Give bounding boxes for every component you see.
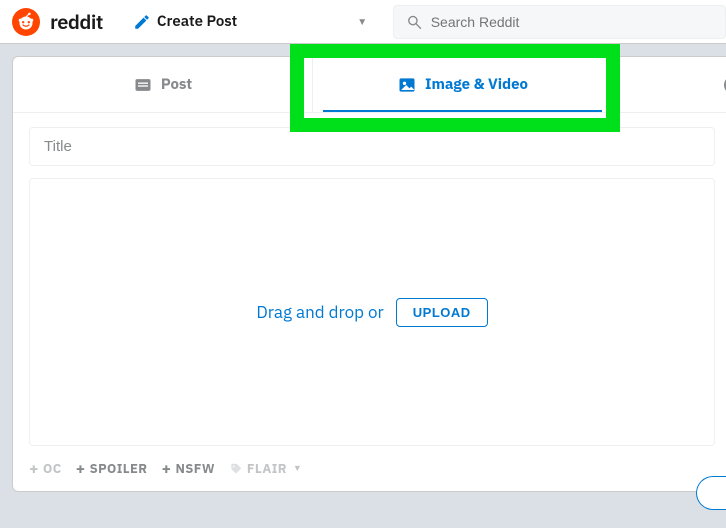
- flair-label: FLAIR: [247, 460, 287, 477]
- pencil-icon: [133, 13, 151, 31]
- partial-button-right[interactable]: [696, 476, 726, 510]
- tag-icon: [229, 462, 243, 476]
- search-container[interactable]: [393, 5, 726, 39]
- tab-image-video[interactable]: Image & Video: [313, 57, 613, 112]
- title-row: [13, 113, 726, 166]
- dropzone-text: Drag and drop or: [256, 301, 383, 323]
- composer-tabs: Post Image & Video: [13, 57, 726, 113]
- title-input[interactable]: [29, 127, 715, 166]
- post-icon: [133, 75, 153, 95]
- spoiler-tag-button[interactable]: + SPOILER: [76, 460, 148, 477]
- create-post-label: Create Post: [157, 12, 237, 31]
- flag-row: + OC + SPOILER + NSFW FLAIR ▼: [13, 446, 726, 491]
- plus-icon: +: [29, 461, 39, 477]
- top-bar: reddit Create Post ▼: [0, 0, 726, 44]
- upload-button[interactable]: Upload: [396, 298, 488, 327]
- plus-icon: +: [76, 461, 86, 477]
- brand-text[interactable]: reddit: [50, 8, 103, 35]
- search-icon: [406, 13, 423, 31]
- community-dropdown-caret[interactable]: ▼: [357, 15, 367, 28]
- search-input[interactable]: [431, 14, 713, 30]
- tab-link-partial[interactable]: [613, 57, 726, 112]
- flair-tag-button[interactable]: FLAIR ▼: [229, 460, 302, 477]
- chevron-down-icon: ▼: [293, 463, 302, 474]
- media-dropzone[interactable]: Drag and drop or Upload: [29, 178, 715, 446]
- image-icon: [397, 75, 417, 95]
- tab-post[interactable]: Post: [13, 57, 313, 112]
- plus-icon: +: [161, 461, 171, 477]
- nsfw-label: NSFW: [175, 460, 214, 477]
- tab-post-label: Post: [161, 75, 192, 94]
- oc-tag-button[interactable]: + OC: [29, 460, 62, 477]
- composer-card: Post Image & Video Drag and drop or: [12, 56, 726, 492]
- tab-image-video-label: Image & Video: [425, 75, 528, 94]
- spoiler-label: SPOILER: [90, 460, 148, 477]
- link-icon-partial: [719, 75, 726, 95]
- content-area: Post Image & Video Drag and drop or: [12, 56, 726, 492]
- create-post-button[interactable]: Create Post: [133, 12, 237, 31]
- nsfw-tag-button[interactable]: + NSFW: [161, 460, 214, 477]
- oc-label: OC: [43, 460, 62, 477]
- reddit-logo-icon[interactable]: [12, 8, 40, 36]
